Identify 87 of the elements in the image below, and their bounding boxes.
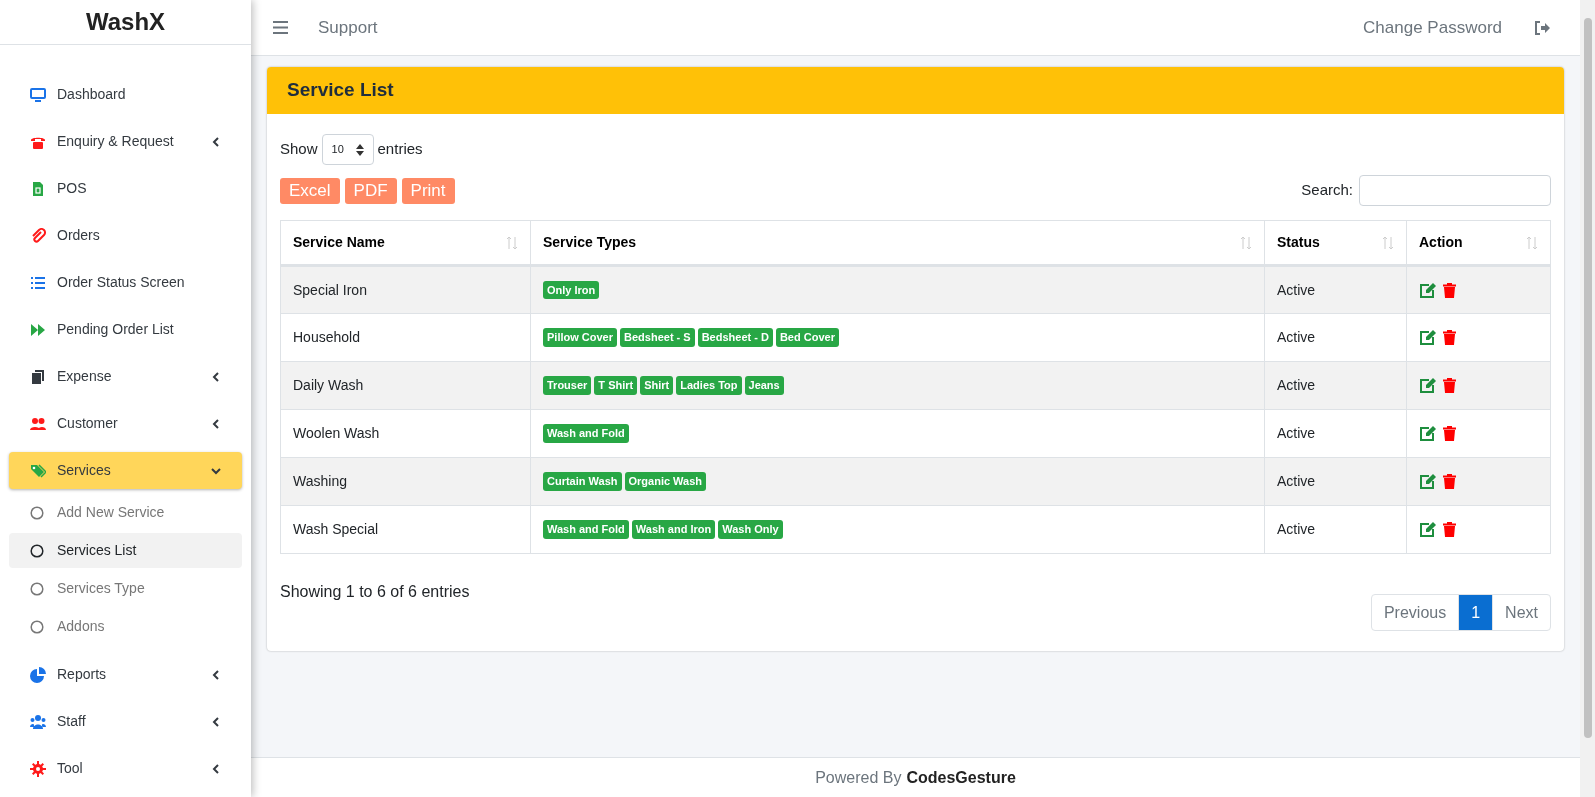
column-header[interactable]: Status <box>1264 220 1407 266</box>
service-type-badge: Organic Wash <box>624 472 707 491</box>
change-password-link[interactable]: Change Password <box>1363 14 1502 41</box>
edit-icon[interactable] <box>1420 330 1436 345</box>
trash-icon[interactable] <box>1443 282 1456 298</box>
column-header[interactable]: Action <box>1406 220 1551 266</box>
footer-text: Powered By <box>815 767 902 788</box>
service-type-badge: Shirt <box>640 376 674 395</box>
sidebar-item[interactable]: Tool <box>9 750 242 787</box>
entries-select[interactable]: 10 <box>321 134 374 165</box>
sidebar-item[interactable]: Dashboard <box>9 76 242 113</box>
table-cell: Active <box>1264 457 1407 506</box>
sort-icon <box>1526 235 1538 250</box>
entries-label: entries <box>377 139 423 160</box>
support-link[interactable]: Support <box>318 14 378 41</box>
sidebar-item[interactable]: Services <box>9 452 242 489</box>
service-type-badge: Wash and Fold <box>543 520 629 539</box>
column-header[interactable]: Service Name <box>280 220 531 266</box>
circle-icon <box>30 543 44 558</box>
service-type-badge: Curtain Wash <box>543 472 622 491</box>
sort-icon <box>1382 235 1394 250</box>
sidebar-item[interactable]: Reports <box>9 656 242 693</box>
sort-icon <box>1240 235 1252 250</box>
sidebar-subitem[interactable]: Services Type <box>9 571 242 606</box>
show-label: Show <box>280 139 318 160</box>
table-cell: Washing <box>280 457 531 506</box>
table-cell: Daily Wash <box>280 361 531 410</box>
pagination-button[interactable]: Next <box>1492 594 1551 631</box>
sort-icon <box>355 143 364 156</box>
table-info: Showing 1 to 6 of 6 entries <box>280 582 470 602</box>
logout-icon[interactable] <box>1534 20 1550 35</box>
pagination-button[interactable]: Previous <box>1370 594 1460 631</box>
circle-icon <box>30 619 44 634</box>
circle-icon <box>30 581 44 596</box>
trash-icon[interactable] <box>1443 522 1456 537</box>
edit-icon[interactable] <box>1420 522 1436 537</box>
service-type-badge: Wash and Iron <box>631 520 716 539</box>
table-cell: Woolen Wash <box>280 409 531 458</box>
brand-logo[interactable]: WashX <box>85 4 166 40</box>
sidebar-item[interactable]: Staff <box>9 703 242 740</box>
trash-icon[interactable] <box>1443 378 1456 393</box>
service-type-badge: Jeans <box>744 376 784 395</box>
table-cell: Wash Special <box>280 505 531 554</box>
search-field[interactable] <box>1359 175 1551 206</box>
table-cell: Active <box>1264 313 1407 362</box>
pagination-button[interactable]: 1 <box>1458 594 1494 631</box>
edit-icon[interactable] <box>1420 378 1436 393</box>
scrollbar[interactable] <box>1580 0 1595 797</box>
trash-icon[interactable] <box>1443 426 1456 441</box>
service-type-badge: Ladies Top <box>676 376 742 395</box>
service-type-badge: Only Iron <box>543 280 600 300</box>
service-type-badge: Pillow Cover <box>543 328 618 347</box>
trash-icon[interactable] <box>1443 330 1456 345</box>
column-header[interactable]: Service Types <box>530 220 1265 266</box>
trash-icon[interactable] <box>1443 474 1456 489</box>
sidebar-subitem[interactable]: Services List <box>9 533 242 568</box>
table-cell: Active <box>1264 265 1407 314</box>
service-type-badge: Bedsheet - S <box>620 328 695 347</box>
table-cell: Active <box>1264 505 1407 554</box>
edit-icon[interactable] <box>1420 426 1436 441</box>
service-type-badge: T Shirt <box>594 376 638 395</box>
sidebar-item[interactable]: Expense <box>9 358 242 395</box>
circle-icon <box>30 505 44 520</box>
sidebar-item[interactable]: Order Status Screen <box>9 264 242 301</box>
service-type-badge: Wash and Fold <box>543 424 629 443</box>
table-cell: Household <box>280 313 531 362</box>
menu-icon[interactable] <box>273 21 288 34</box>
sidebar-subitem[interactable]: Addons <box>9 609 242 644</box>
service-type-badge: Trouser <box>543 376 592 395</box>
edit-icon[interactable] <box>1420 474 1436 489</box>
footer-brand: CodesGesture <box>906 767 1016 788</box>
service-type-badge: Bedsheet - D <box>697 328 773 347</box>
sidebar-item[interactable]: POS <box>9 170 242 207</box>
sort-icon <box>506 235 518 250</box>
table-cell: Special Iron <box>280 265 531 314</box>
sidebar-item[interactable]: Customer <box>9 405 242 442</box>
sidebar-subitem[interactable]: Add New Service <box>9 495 242 530</box>
sidebar-item[interactable]: Pending Order List <box>9 311 242 348</box>
card-title: Service List <box>287 78 394 103</box>
sidebar-item[interactable]: Orders <box>9 217 242 254</box>
search-label: Search: <box>1301 180 1353 201</box>
service-type-badge: Bed Cover <box>775 328 839 347</box>
service-type-badge: Wash Only <box>718 520 783 539</box>
table-cell: Active <box>1264 409 1407 458</box>
sidebar-item[interactable]: Enquiry & Request <box>9 123 242 160</box>
edit-icon[interactable] <box>1420 282 1436 298</box>
table-cell: Active <box>1264 361 1407 410</box>
